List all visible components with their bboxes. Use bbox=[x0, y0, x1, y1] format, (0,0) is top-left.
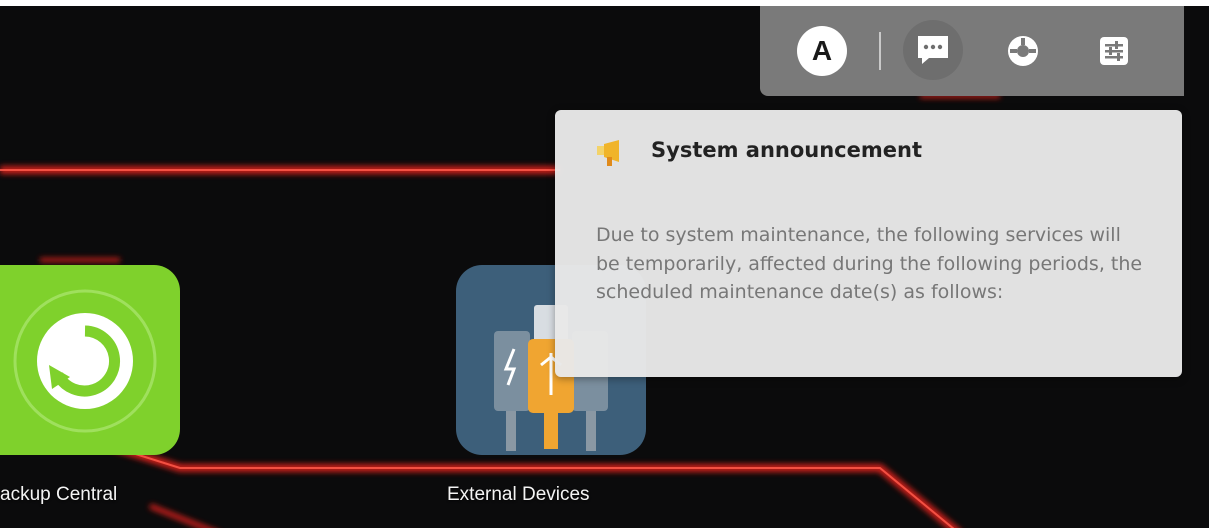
settings-dial-button[interactable] bbox=[998, 26, 1048, 76]
user-initial: A bbox=[811, 35, 833, 66]
announcement-body: Due to system maintenance, the following… bbox=[596, 224, 1143, 303]
control-panel-button[interactable] bbox=[1089, 26, 1139, 76]
megaphone-icon bbox=[597, 140, 619, 166]
backup-central-label[interactable]: ackup Central bbox=[0, 484, 117, 506]
user-avatar-button[interactable]: A bbox=[797, 26, 847, 76]
system-announcement-popup[interactable]: System announcement Due to system mainte… bbox=[555, 110, 1182, 377]
chat-button[interactable] bbox=[903, 20, 963, 80]
top-taskbar: A bbox=[760, 6, 1184, 96]
tray-divider bbox=[879, 32, 881, 70]
announcement-title: System announcement bbox=[651, 138, 922, 162]
external-devices-label[interactable]: External Devices bbox=[447, 484, 590, 506]
desktop: ackup Central External Devices A System … bbox=[0, 6, 1209, 528]
settings-dial-icon bbox=[1008, 36, 1038, 66]
backup-central-app[interactable] bbox=[0, 265, 180, 455]
chat-icon bbox=[918, 36, 948, 64]
control-panel-icon bbox=[1100, 37, 1128, 65]
backup-central-icon bbox=[0, 265, 180, 455]
